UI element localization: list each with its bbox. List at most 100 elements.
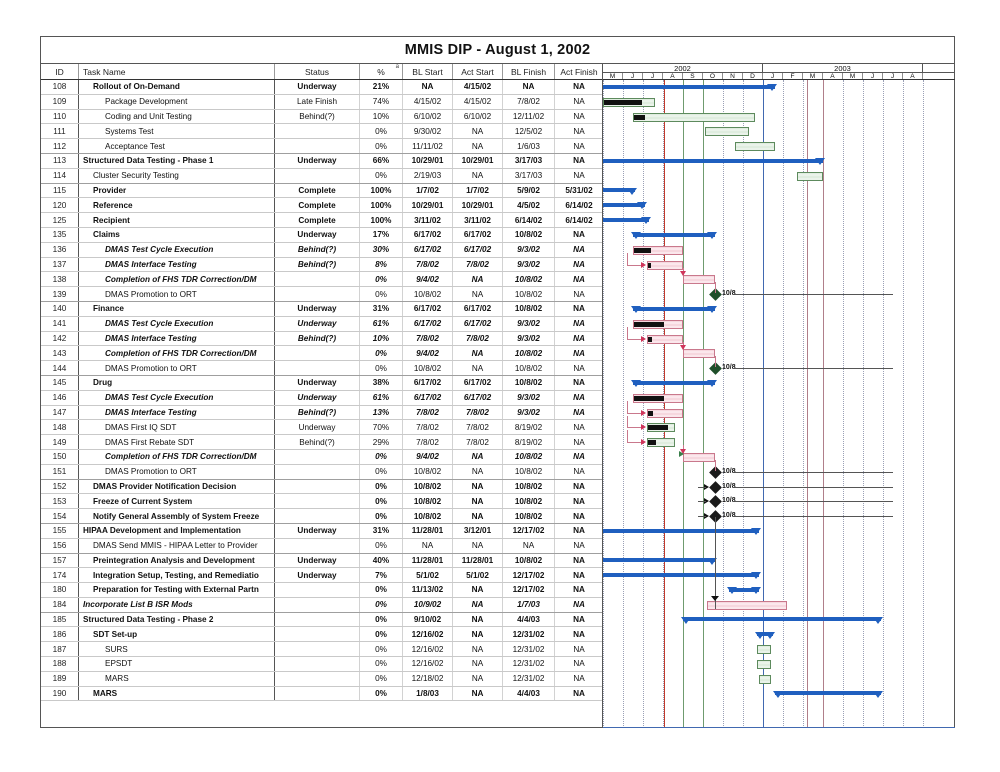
cell-act-start: 10/29/01	[453, 198, 503, 213]
gantt-summary-end-marker	[873, 616, 883, 624]
cell-task-name: Package Development	[79, 94, 275, 109]
table-row[interactable]: 142 DMAS Interface Testing Behind(?) 10% 7/8…	[41, 331, 602, 347]
gantt-summary-bar[interactable]	[603, 158, 823, 163]
gantt-task-bar-green[interactable]	[759, 675, 771, 684]
gantt-task-bar-green[interactable]	[757, 660, 771, 670]
table-row[interactable]: 110 Coding and Unit Testing Behind(?) 10% 6/…	[41, 109, 602, 125]
cell-bl-start: 10/8/02	[403, 464, 453, 479]
cell-id: 157	[41, 553, 79, 568]
gantt-task-bar-green[interactable]	[705, 127, 749, 137]
table-row[interactable]: 138 Completion of FHS TDR Correction/DM 0%…	[41, 272, 602, 288]
column-header-act-start[interactable]: Act Start	[453, 64, 503, 79]
table-row[interactable]: 143 Completion of FHS TDR Correction/DM 0%…	[41, 346, 602, 362]
gantt-summary-bar[interactable]	[633, 306, 715, 311]
gantt-summary-bar[interactable]	[633, 232, 715, 237]
gantt-link-vertical	[627, 326, 628, 339]
table-row[interactable]: 109 Package Development Late Finish 74% 4/15…	[41, 94, 602, 110]
cell-task-name: Completion of FHS TDR Correction/DM	[79, 449, 275, 464]
gantt-task-bar-green[interactable]	[757, 645, 771, 655]
gantt-task-bar-pink[interactable]	[647, 260, 683, 270]
gantt-summary-bar[interactable]	[683, 617, 881, 622]
table-row[interactable]: 135 Claims Underway 17% 6/17/02 6/17/02 10/8/0…	[41, 227, 602, 243]
cell-task-name: Acceptance Test	[79, 139, 275, 153]
gantt-task-bar-pink[interactable]	[683, 453, 715, 462]
table-row[interactable]: 149 DMAS First Rebate SDT Behind(?) 29% 7/8/…	[41, 435, 602, 450]
table-row[interactable]: 184 Incorporate List B ISR Mods 0% 10/9/02 N…	[41, 597, 602, 613]
table-row[interactable]: 189 MARS 0% 12/18/02 NA 12/31/02 NA	[41, 671, 602, 687]
table-row[interactable]: 153 Freeze of Current System 0% 10/8/02 NA 10…	[41, 494, 602, 510]
column-header-status[interactable]: Status	[275, 64, 360, 79]
gantt-milestone-diamond[interactable]	[709, 480, 722, 494]
table-row[interactable]: 148 DMAS First IQ SDT Underway 70% 7/8/02 7/8…	[41, 420, 602, 436]
gantt-task-bar-pink[interactable]	[683, 275, 715, 285]
table-row[interactable]: 140 Finance Underway 31% 6/17/02 6/17/02 10/8/…	[41, 301, 602, 317]
gantt-task-bar-green[interactable]	[797, 171, 823, 181]
cell-task-name: DMAS Promotion to ORT	[79, 361, 275, 375]
table-row[interactable]: 137 DMAS Interface Testing Behind(?) 8% 7/8/…	[41, 257, 602, 273]
column-header-act-finish[interactable]: Act Finish	[555, 64, 603, 79]
gantt-task-bar-pink[interactable]	[683, 349, 715, 359]
gantt-summary-bar[interactable]	[775, 691, 881, 696]
table-row[interactable]: 188 EPSDT 0% 12/16/02 NA 12/31/02 NA	[41, 657, 602, 672]
gantt-plot-area[interactable]: 10/8 10/8 10/8 10/8 10/8 10/8	[603, 80, 955, 728]
table-row[interactable]: 180 Preparation for Testing with External…	[41, 583, 602, 598]
table-row[interactable]: 111 Systems Test 0% 9/30/02 NA 12/5/02 NA	[41, 124, 602, 140]
task-table: ID Task Name Status % a BL Start Act Sta…	[41, 64, 603, 728]
table-row[interactable]: 185 Structured Data Testing - Phase 2 0% 9/…	[41, 612, 602, 628]
table-row[interactable]: 190 MARS 0% 1/8/03 NA 4/4/03 NA	[41, 686, 602, 702]
cell-percent: 8%	[360, 257, 403, 272]
cell-act-start: 10/29/01	[453, 153, 503, 168]
report-frame: MMIS DIP - August 1, 2002 ID Task Name S…	[40, 36, 955, 728]
gantt-task-bar-pink[interactable]	[707, 601, 787, 610]
column-header-bl-start[interactable]: BL Start	[403, 64, 453, 79]
gantt-summary-bar[interactable]	[603, 572, 759, 577]
cell-bl-start: 6/17/02	[403, 375, 453, 390]
cell-status: Underway	[275, 420, 360, 435]
gantt-summary-bar[interactable]	[603, 528, 759, 533]
cell-task-name: DMAS Interface Testing	[79, 405, 275, 420]
table-row[interactable]: 136 DMAS Test Cycle Execution Behind(?) 30%…	[41, 242, 602, 258]
table-row[interactable]: 187 SURS 0% 12/16/02 NA 12/31/02 NA	[41, 642, 602, 658]
table-row[interactable]: 147 DMAS Interface Testing Behind(?) 13% 7/8…	[41, 405, 602, 421]
cell-percent: 13%	[360, 405, 403, 420]
table-row[interactable]: 145 Drug Underway 38% 6/17/02 6/17/02 10/8/02 N…	[41, 375, 602, 391]
table-row[interactable]: 112 Acceptance Test 0% 11/11/02 NA 1/6/03 NA	[41, 139, 602, 154]
column-header-id[interactable]: ID	[41, 64, 79, 79]
table-row[interactable]: 150 Completion of FHS TDR Correction/DM 0%…	[41, 449, 602, 465]
gantt-task-bar-green[interactable]	[735, 142, 775, 152]
table-row[interactable]: 141 DMAS Test Cycle Execution Underway 61% 6…	[41, 316, 602, 332]
gantt-task-bar-green[interactable]	[633, 112, 755, 122]
cell-bl-finish: 3/17/03	[503, 153, 555, 168]
cell-act-start: 7/8/02	[453, 331, 503, 346]
cell-act-finish: 6/14/02	[565, 200, 593, 210]
column-header-percent[interactable]: % a	[360, 64, 403, 79]
table-row[interactable]: 144 DMAS Promotion to ORT 0% 10/8/02 NA 10/8/…	[41, 361, 602, 376]
gantt-milestone-diamond[interactable]	[709, 495, 722, 509]
table-row[interactable]: 115 Provider Complete 100% 1/7/02 1/7/02 5/9/0…	[41, 183, 602, 199]
table-row[interactable]: 157 Preintegration Analysis and Developme…	[41, 553, 602, 569]
cell-act-start: 6/10/02	[453, 109, 503, 124]
gantt-summary-bar[interactable]	[603, 84, 775, 89]
table-row[interactable]: 156 DMAS Send MMIS - HIPAA Letter to Prov…	[41, 538, 602, 554]
column-header-task-name[interactable]: Task Name	[79, 64, 275, 79]
table-row[interactable]: 155 HIPAA Development and Implementation U…	[41, 523, 602, 539]
gantt-summary-bar[interactable]	[603, 558, 715, 563]
column-header-bl-finish[interactable]: BL Finish	[503, 64, 555, 79]
table-row[interactable]: 113 Structured Data Testing - Phase 1 Unde…	[41, 153, 602, 169]
gantt-task-bar-pink[interactable]	[647, 334, 683, 344]
table-row[interactable]: 108 Rollout of On-Demand Underway 21% NA 4/15…	[41, 80, 602, 95]
table-row[interactable]: 114 Cluster Security Testing 0% 2/19/03 NA 3/…	[41, 168, 602, 184]
cell-act-finish: NA	[573, 171, 585, 181]
table-row[interactable]: 146 DMAS Test Cycle Execution Underway 61% 6…	[41, 390, 602, 406]
table-row[interactable]: 151 DMAS Promotion to ORT 0% 10/8/02 NA 10/8/…	[41, 464, 602, 480]
table-row[interactable]: 154 Notify General Assembly of System Fre…	[41, 509, 602, 524]
cell-bl-finish: 12/31/02	[503, 627, 555, 642]
cell-act-finish: NA	[573, 348, 585, 358]
table-row[interactable]: 125 Recipient Complete 100% 3/11/02 3/11/02 6/…	[41, 213, 602, 228]
table-row[interactable]: 152 DMAS Provider Notification Decision 0%…	[41, 479, 602, 495]
table-row[interactable]: 120 Reference Complete 100% 10/29/01 10/29/01…	[41, 198, 602, 214]
table-row[interactable]: 174 Integration Setup, Testing, and Remed…	[41, 568, 602, 584]
table-row[interactable]: 139 DMAS Promotion to ORT 0% 10/8/02 NA 10/8/…	[41, 287, 602, 302]
table-row[interactable]: 186 SDT Set-up 0% 12/16/02 NA 12/31/02 NA	[41, 627, 602, 643]
gantt-summary-bar[interactable]	[633, 380, 715, 385]
